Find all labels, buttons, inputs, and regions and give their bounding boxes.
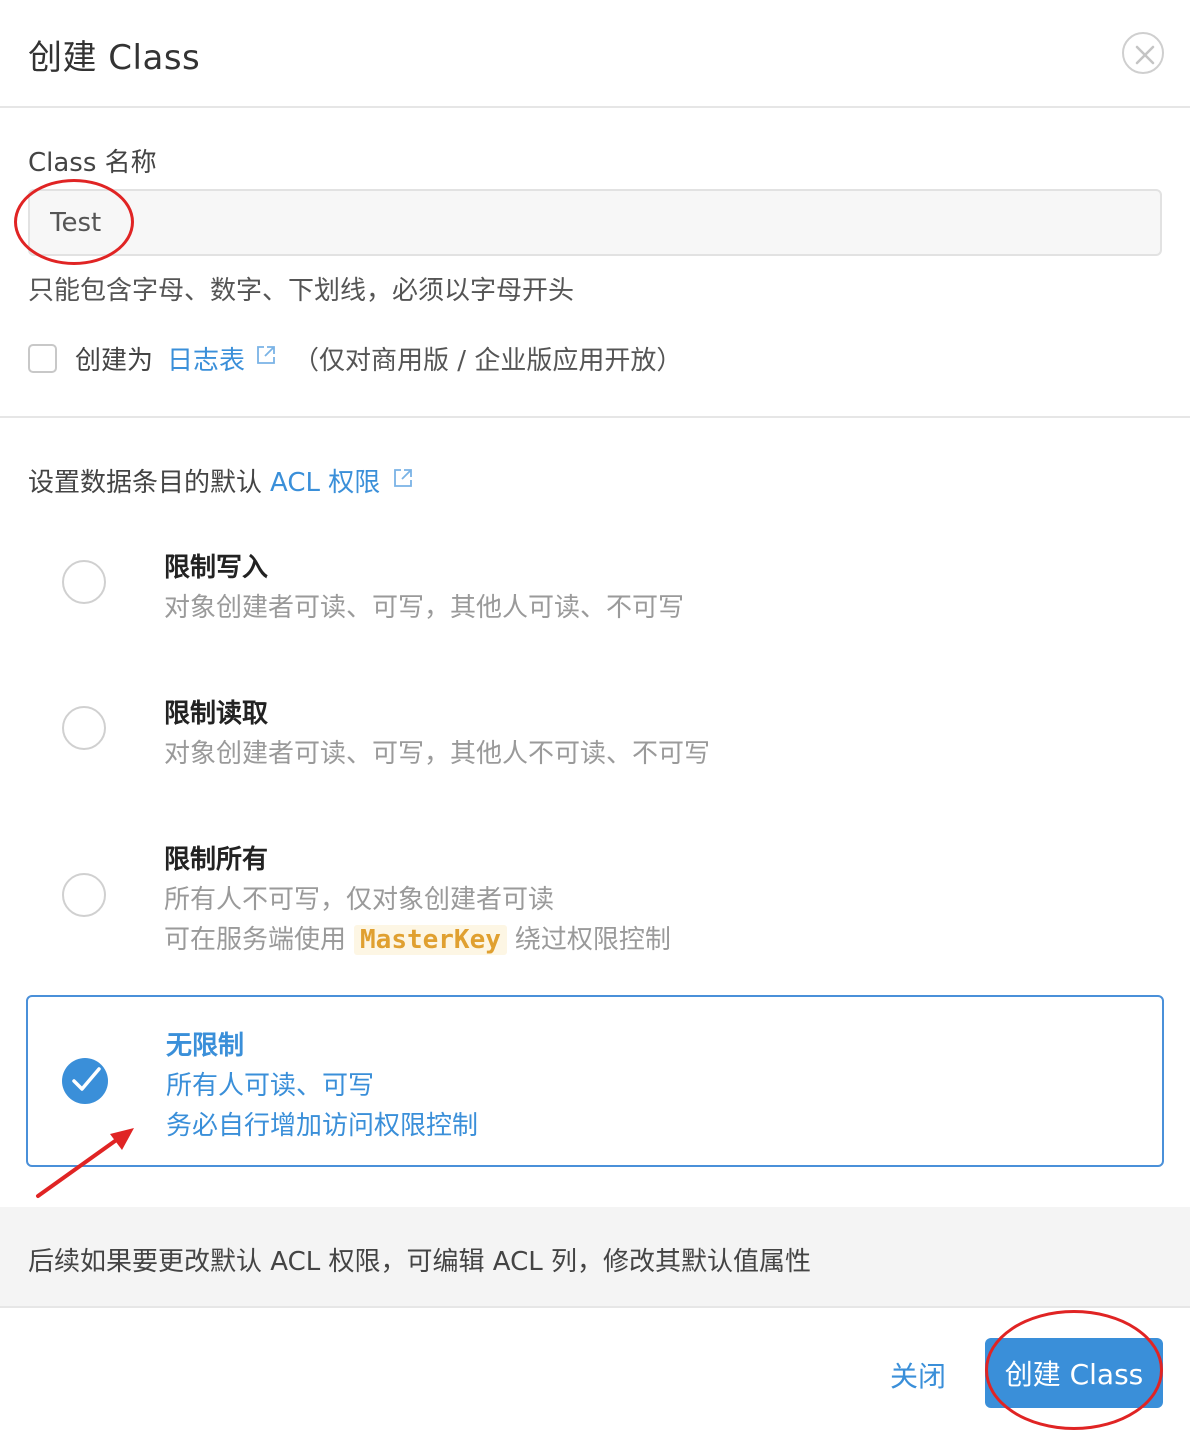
acl-option-title: 无限制 [166,1031,245,1061]
acl-option-title: 限制所有 [164,845,269,875]
log-table-row: 创建为 日志表 （仅对商用版 / 企业版应用开放） [28,338,682,378]
acl-option-restrict-read[interactable]: 限制读取 对象创建者可读、可写，其他人不可读、不可写 [26,676,1164,796]
class-name-label: Class 名称 [28,148,157,178]
close-button[interactable]: 关闭 [890,1355,946,1395]
desc-suffix: 绕过权限控制 [514,925,671,955]
dialog-title: 创建 Class [28,38,201,78]
external-link-icon[interactable] [255,343,277,373]
acl-option-radio[interactable] [62,873,106,917]
create-class-dialog: 创建 Class Class 名称 只能包含字母、数字、下划线，必须以字母开头 … [0,0,1190,1434]
acl-heading-text: 设置数据条目的默认 [28,468,263,498]
acl-option-title: 限制读取 [164,699,269,729]
class-name-help: 只能包含字母、数字、下划线，必须以字母开头 [28,276,575,306]
create-class-button[interactable]: 创建 Class [985,1338,1163,1408]
acl-option-desc-2: 务必自行增加访问权限控制 [166,1111,479,1141]
masterkey-code: MasterKey [354,925,507,955]
log-table-link[interactable]: 日志表 [167,340,245,377]
acl-option-restrict-write[interactable]: 限制写入 对象创建者可读、可写，其他人可读、不可写 [26,530,1164,650]
dialog-header: 创建 Class [0,0,1190,108]
log-table-prefix: 创建为 [75,345,154,376]
acl-option-radio-checked[interactable] [62,1058,108,1104]
acl-option-desc: 对象创建者可读、可写，其他人可读、不可写 [164,593,685,623]
acl-option-restrict-all[interactable]: 限制所有 所有人不可写，仅对象创建者可读 可在服务端使用 MasterKey 绕过权… [26,822,1164,962]
close-dialog-button[interactable] [1122,32,1164,74]
desc-prefix: 可在服务端使用 [164,925,347,955]
close-icon [1135,45,1155,65]
acl-option-radio[interactable] [62,706,106,750]
class-name-input[interactable] [28,189,1162,256]
acl-heading: 设置数据条目的默认 ACL 权限 [28,462,430,499]
acl-option-title: 限制写入 [164,553,269,583]
acl-option-radio[interactable] [62,560,106,604]
section-divider [0,416,1190,418]
acl-option-desc-2: 可在服务端使用 MasterKey 绕过权限控制 [164,919,671,956]
acl-option-desc: 所有人不可写，仅对象创建者可读 [164,885,555,915]
acl-footer-note-text: 后续如果要更改默认 ACL 权限，可编辑 ACL 列，修改其默认值属性 [28,1247,811,1277]
log-table-checkbox[interactable] [28,343,57,373]
acl-option-desc: 对象创建者可读、可写，其他人不可读、不可写 [164,739,711,769]
acl-link[interactable]: ACL 权限 [270,462,380,499]
acl-option-desc: 所有人可读、可写 [166,1071,375,1101]
log-table-note: （仅对商用版 / 企业版应用开放） [293,345,683,376]
checkmark-icon [72,1067,101,1091]
external-link-icon[interactable] [392,466,414,496]
acl-option-unrestricted[interactable]: 无限制 所有人可读、可写 务必自行增加访问权限控制 [26,995,1164,1167]
acl-footer-note: 后续如果要更改默认 ACL 权限，可编辑 ACL 列，修改其默认值属性 [0,1207,1190,1308]
